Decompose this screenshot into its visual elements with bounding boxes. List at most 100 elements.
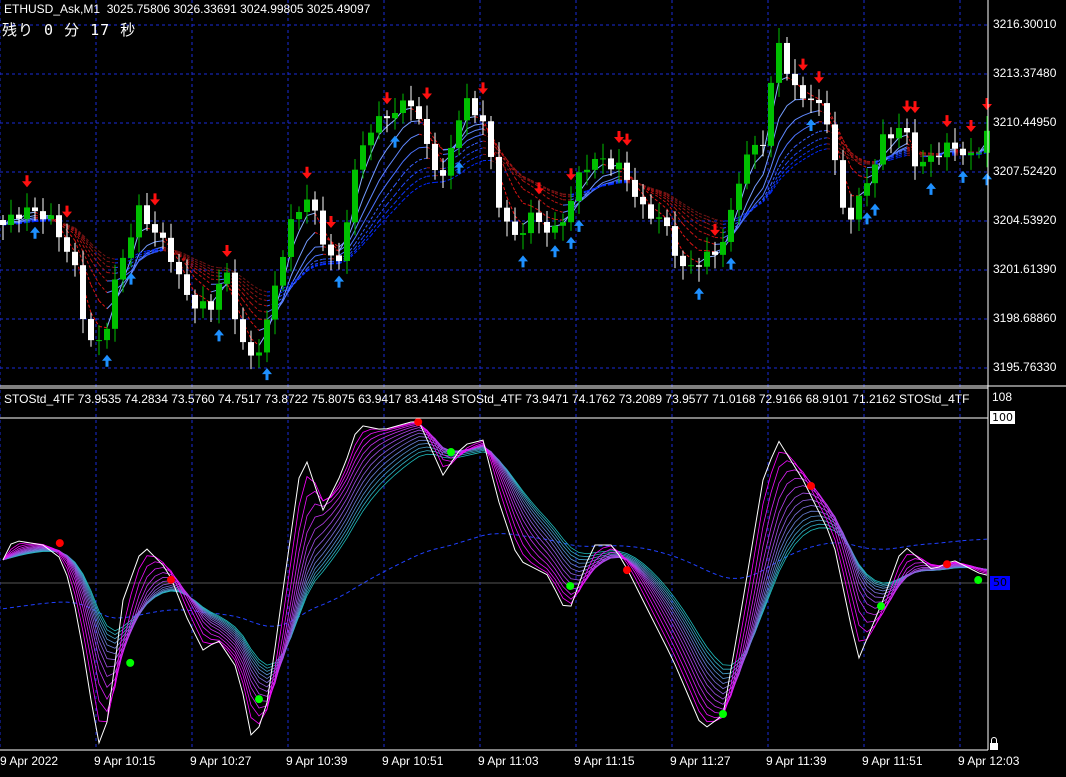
candle-body: [376, 116, 382, 133]
candle-body: [320, 210, 326, 245]
ribbon-up-line: [2, 143, 988, 297]
candle-body: [144, 205, 150, 225]
candle-body: [688, 265, 694, 267]
candle-body: [168, 237, 174, 262]
candle-body: [216, 283, 222, 310]
up-arrow-icon: [726, 257, 736, 270]
candle-body: [392, 113, 398, 119]
candle-body: [656, 217, 662, 219]
candle-body: [600, 158, 606, 160]
down-arrow-icon: [798, 58, 808, 71]
up-arrow-icon: [390, 135, 400, 148]
candle-body: [856, 195, 862, 220]
up-arrow-icon: [334, 275, 344, 288]
candle-body: [848, 207, 854, 220]
candle-body: [928, 155, 934, 162]
grid: [0, 0, 988, 750]
candle-body: [512, 221, 518, 235]
candle-body: [592, 158, 598, 170]
candle-body: [120, 257, 126, 280]
candle-body: [528, 212, 534, 234]
candle-body: [112, 279, 118, 329]
candle-body: [544, 221, 550, 233]
oscillator-smooth-line: [2, 439, 988, 684]
candle-body: [560, 222, 566, 226]
candle-body: [24, 207, 30, 219]
candle-body: [208, 301, 214, 310]
candle-body: [232, 272, 238, 320]
candle-body: [224, 272, 230, 284]
red-signal-dot: [55, 539, 64, 548]
ribbon-up-line: [2, 110, 988, 320]
time-tick-label: 9 Apr 12:03: [958, 754, 1020, 768]
up-arrow-icon: [982, 173, 992, 186]
candle-body: [920, 161, 926, 167]
red-signal-dot: [623, 566, 631, 575]
candle-body: [56, 215, 62, 238]
candle-body: [136, 205, 142, 238]
candle-body: [896, 128, 902, 139]
time-tick-label: 9 Apr 11:27: [670, 754, 731, 768]
red-signal-dot: [167, 575, 175, 584]
down-arrow-icon: [622, 133, 632, 146]
candle-body: [440, 170, 446, 176]
candle-body: [728, 209, 734, 242]
candle-body: [632, 179, 638, 197]
candle-body: [240, 319, 246, 343]
chart-canvas[interactable]: [0, 0, 1066, 777]
candle-body: [640, 196, 646, 205]
candle-body: [680, 255, 686, 267]
candle-body: [72, 251, 78, 266]
candle-body: [832, 124, 838, 161]
red-signal-dot: [943, 560, 951, 569]
candle-body: [536, 212, 542, 222]
symbol-label: ETHUSD_Ask,M1: [4, 2, 101, 16]
candle-body: [184, 274, 190, 295]
candle-body: [520, 233, 526, 235]
up-arrow-icon: [806, 118, 816, 131]
candle-body: [80, 265, 86, 320]
oscillator-lines: [2, 421, 988, 745]
level-100-label: 100: [990, 411, 1015, 424]
candle-body: [488, 121, 494, 157]
candle-body: [800, 85, 806, 99]
candle-body: [256, 352, 262, 356]
green-signal-dot: [877, 602, 885, 611]
candle-body: [88, 319, 94, 341]
candle-body: [248, 342, 254, 356]
oscillator-smooth-line: [2, 446, 988, 675]
up-arrow-icon: [550, 245, 560, 258]
candle-body: [128, 237, 134, 258]
down-arrow-icon: [942, 115, 952, 128]
level-50-label: 50: [990, 576, 1010, 590]
price-tick-label: 3210.44950: [993, 115, 1057, 129]
candle-body: [872, 164, 878, 184]
candle-body: [272, 285, 278, 320]
candle-body: [64, 237, 70, 252]
candle-body: [672, 226, 678, 256]
green-signal-dot: [126, 658, 135, 667]
candles: [0, 27, 990, 370]
oscillator-smooth-line: [2, 443, 988, 679]
candle-body: [336, 255, 342, 261]
candle-body: [304, 199, 310, 213]
down-arrow-icon: [422, 87, 432, 100]
price-tick-label: 3216.30010: [993, 17, 1057, 31]
candle-body: [760, 144, 766, 146]
candle-body: [176, 261, 182, 275]
candle-body: [312, 199, 318, 211]
candle-body: [624, 162, 630, 180]
candle-body: [808, 98, 814, 100]
time-tick-label: 9 Apr 11:03: [478, 754, 539, 768]
ribbon-up-line: [2, 121, 988, 313]
candle-body: [568, 200, 574, 223]
up-arrow-icon: [214, 329, 224, 342]
candle-body: [968, 152, 974, 156]
candle-body: [720, 241, 726, 255]
candle-body: [864, 183, 870, 196]
down-arrow-icon: [814, 71, 824, 84]
lock-icon[interactable]: [990, 737, 998, 751]
candle-body: [984, 130, 990, 153]
candle-body: [792, 73, 798, 86]
ribbon-up-line: [2, 137, 988, 302]
